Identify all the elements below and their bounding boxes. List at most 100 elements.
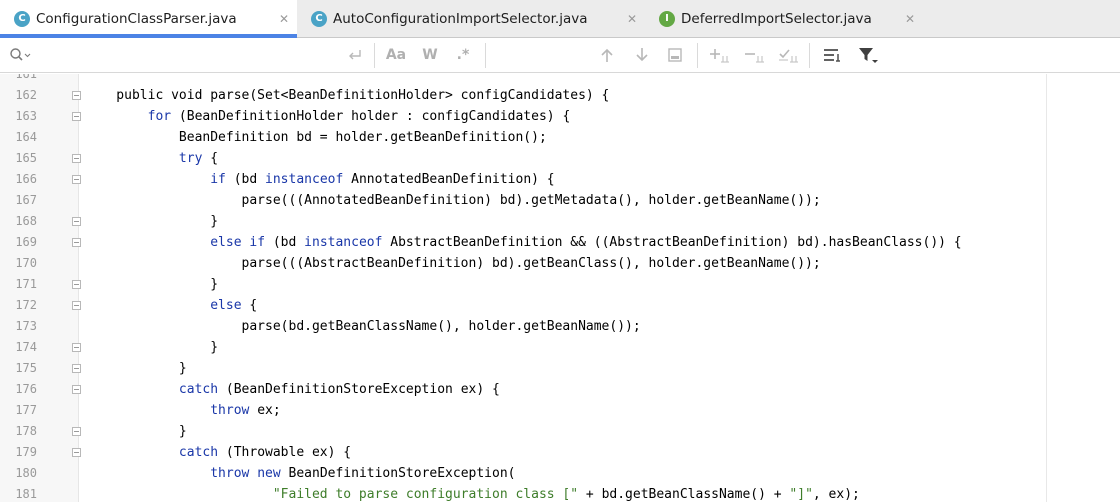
newline-icon[interactable] bbox=[345, 46, 365, 64]
code-text: try { bbox=[85, 148, 218, 169]
fold-marker-icon[interactable] bbox=[72, 385, 81, 394]
close-icon[interactable]: ✕ bbox=[627, 12, 637, 26]
code-line[interactable]: 181 "Failed to parse configuration class… bbox=[0, 484, 1046, 502]
code-line[interactable]: 173 parse(bd.getBeanClassName(), holder.… bbox=[0, 316, 1046, 337]
code-line[interactable]: 178 } bbox=[0, 421, 1046, 442]
code-token: { bbox=[241, 298, 258, 313]
code-line[interactable]: 171 } bbox=[0, 274, 1046, 295]
string-token: "Failed to parse configuration class [" bbox=[272, 487, 579, 502]
code-line[interactable]: 172 else { bbox=[0, 295, 1046, 316]
code-line[interactable]: 174 } bbox=[0, 337, 1046, 358]
code-line[interactable]: 176 catch (BeanDefinitionStoreException … bbox=[0, 379, 1046, 400]
next-occurrence-icon[interactable] bbox=[632, 46, 652, 64]
interface-icon: I bbox=[659, 10, 675, 27]
code-text: } bbox=[85, 421, 187, 442]
line-number: 167 bbox=[15, 193, 37, 207]
code-text: throw ex; bbox=[85, 400, 280, 421]
close-icon[interactable]: ✕ bbox=[905, 12, 915, 26]
code-token: (Throwable ex) { bbox=[218, 445, 352, 460]
code-text: BeanDefinition bd = holder.getBeanDefini… bbox=[85, 127, 547, 148]
regex-icon[interactable]: .* bbox=[453, 46, 473, 64]
string-token: "]" bbox=[789, 487, 813, 502]
code-token: BeanDefinition bd = holder.getBeanDefini… bbox=[85, 130, 547, 145]
fold-marker-icon[interactable] bbox=[72, 427, 81, 436]
line-number: 179 bbox=[15, 445, 37, 459]
fold-marker-icon[interactable] bbox=[72, 448, 81, 457]
line-number: 171 bbox=[15, 277, 37, 291]
search-icon[interactable] bbox=[9, 47, 31, 63]
remove-selection-icon[interactable] bbox=[743, 46, 767, 64]
tab-deferred-import-selector[interactable]: I DeferredImportSelector.java ✕ bbox=[645, 0, 923, 37]
toolbar-divider bbox=[374, 43, 375, 68]
line-number: 172 bbox=[15, 298, 37, 312]
toolbar-divider bbox=[697, 43, 698, 68]
select-all-occurrences-icon[interactable] bbox=[665, 46, 685, 64]
code-line[interactable]: 165 try { bbox=[0, 148, 1046, 169]
filter-icon[interactable] bbox=[856, 46, 880, 64]
keyword-token: else bbox=[210, 298, 242, 313]
code-line[interactable]: 163 for (BeanDefinitionHolder holder : c… bbox=[0, 106, 1046, 127]
fold-marker-icon[interactable] bbox=[72, 364, 81, 373]
add-selection-icon[interactable] bbox=[708, 46, 732, 64]
code-line[interactable]: 168 } bbox=[0, 211, 1046, 232]
tab-auto-configuration-import-selector[interactable]: C AutoConfigurationImportSelector.java ✕ bbox=[297, 0, 645, 37]
class-icon: C bbox=[14, 10, 30, 27]
fold-marker-icon[interactable] bbox=[72, 343, 81, 352]
fold-marker-icon[interactable] bbox=[72, 175, 81, 184]
code-token: AnnotatedBeanDefinition) { bbox=[343, 172, 555, 187]
line-number: 173 bbox=[15, 319, 37, 333]
code-token: } bbox=[85, 277, 219, 292]
keyword-token: try bbox=[178, 151, 203, 166]
keyword-token: throw new bbox=[210, 466, 281, 481]
fold-marker-icon[interactable] bbox=[72, 301, 81, 310]
fold-marker-icon[interactable] bbox=[72, 154, 81, 163]
search-input[interactable] bbox=[36, 44, 356, 66]
code-token: } bbox=[85, 340, 219, 355]
code-line[interactable]: 164 BeanDefinition bd = holder.getBeanDe… bbox=[0, 127, 1046, 148]
fold-marker-icon[interactable] bbox=[72, 91, 81, 100]
code-line[interactable]: 179 catch (Throwable ex) { bbox=[0, 442, 1046, 463]
code-line[interactable]: 161 bbox=[0, 74, 1046, 85]
tab-configuration-class-parser[interactable]: C ConfigurationClassParser.java ✕ bbox=[0, 0, 297, 38]
keyword-token: catch bbox=[178, 382, 219, 397]
code-text: throw new BeanDefinitionStoreException( bbox=[85, 463, 515, 484]
code-line[interactable]: 169 else if (bd instanceof AbstractBeanD… bbox=[0, 232, 1046, 253]
fold-marker-icon[interactable] bbox=[72, 238, 81, 247]
close-icon[interactable]: ✕ bbox=[279, 12, 289, 26]
keyword-token: else if bbox=[210, 235, 266, 250]
code-token: + bd.getBeanClassName() + bbox=[578, 487, 790, 502]
code-editor[interactable]: 161 162 public void parse(Set<BeanDefinit… bbox=[0, 74, 1120, 502]
line-number: 180 bbox=[15, 466, 37, 480]
prev-occurrence-icon[interactable] bbox=[597, 46, 617, 64]
code-token: , ex); bbox=[812, 487, 860, 502]
code-token: } bbox=[85, 424, 187, 439]
fold-marker-icon[interactable] bbox=[72, 217, 81, 226]
toggle-selection-icon[interactable] bbox=[777, 46, 801, 64]
code-line[interactable]: 166 if (bd instanceof AnnotatedBeanDefin… bbox=[0, 169, 1046, 190]
code-line[interactable]: 180 throw new BeanDefinitionStoreExcepti… bbox=[0, 463, 1046, 484]
fold-marker-icon[interactable] bbox=[72, 280, 81, 289]
tab-label: ConfigurationClassParser.java bbox=[36, 10, 237, 27]
code-text: if (bd instanceof AnnotatedBeanDefinitio… bbox=[85, 169, 555, 190]
filter-options-icon[interactable] bbox=[820, 46, 844, 64]
code-text: for (BeanDefinitionHolder holder : confi… bbox=[85, 106, 571, 127]
code-token: (bd bbox=[225, 172, 266, 187]
code-line[interactable]: 177 throw ex; bbox=[0, 400, 1046, 421]
code-line[interactable]: 175 } bbox=[0, 358, 1046, 379]
code-line[interactable]: 167 parse(((AnnotatedBeanDefinition) bd)… bbox=[0, 190, 1046, 211]
words-icon[interactable]: W bbox=[420, 46, 440, 64]
code-line[interactable]: 162 public void parse(Set<BeanDefinition… bbox=[0, 85, 1046, 106]
code-token: } bbox=[85, 361, 187, 376]
keyword-token: throw bbox=[210, 403, 250, 418]
line-number: 163 bbox=[15, 109, 37, 123]
fold-marker-icon[interactable] bbox=[72, 112, 81, 121]
code-line[interactable]: 170 parse(((AbstractBeanDefinition) bd).… bbox=[0, 253, 1046, 274]
code-text: } bbox=[85, 337, 218, 358]
toolbar-divider bbox=[485, 43, 486, 68]
match-case-icon[interactable]: Aa bbox=[385, 46, 407, 64]
line-number: 177 bbox=[15, 403, 37, 417]
